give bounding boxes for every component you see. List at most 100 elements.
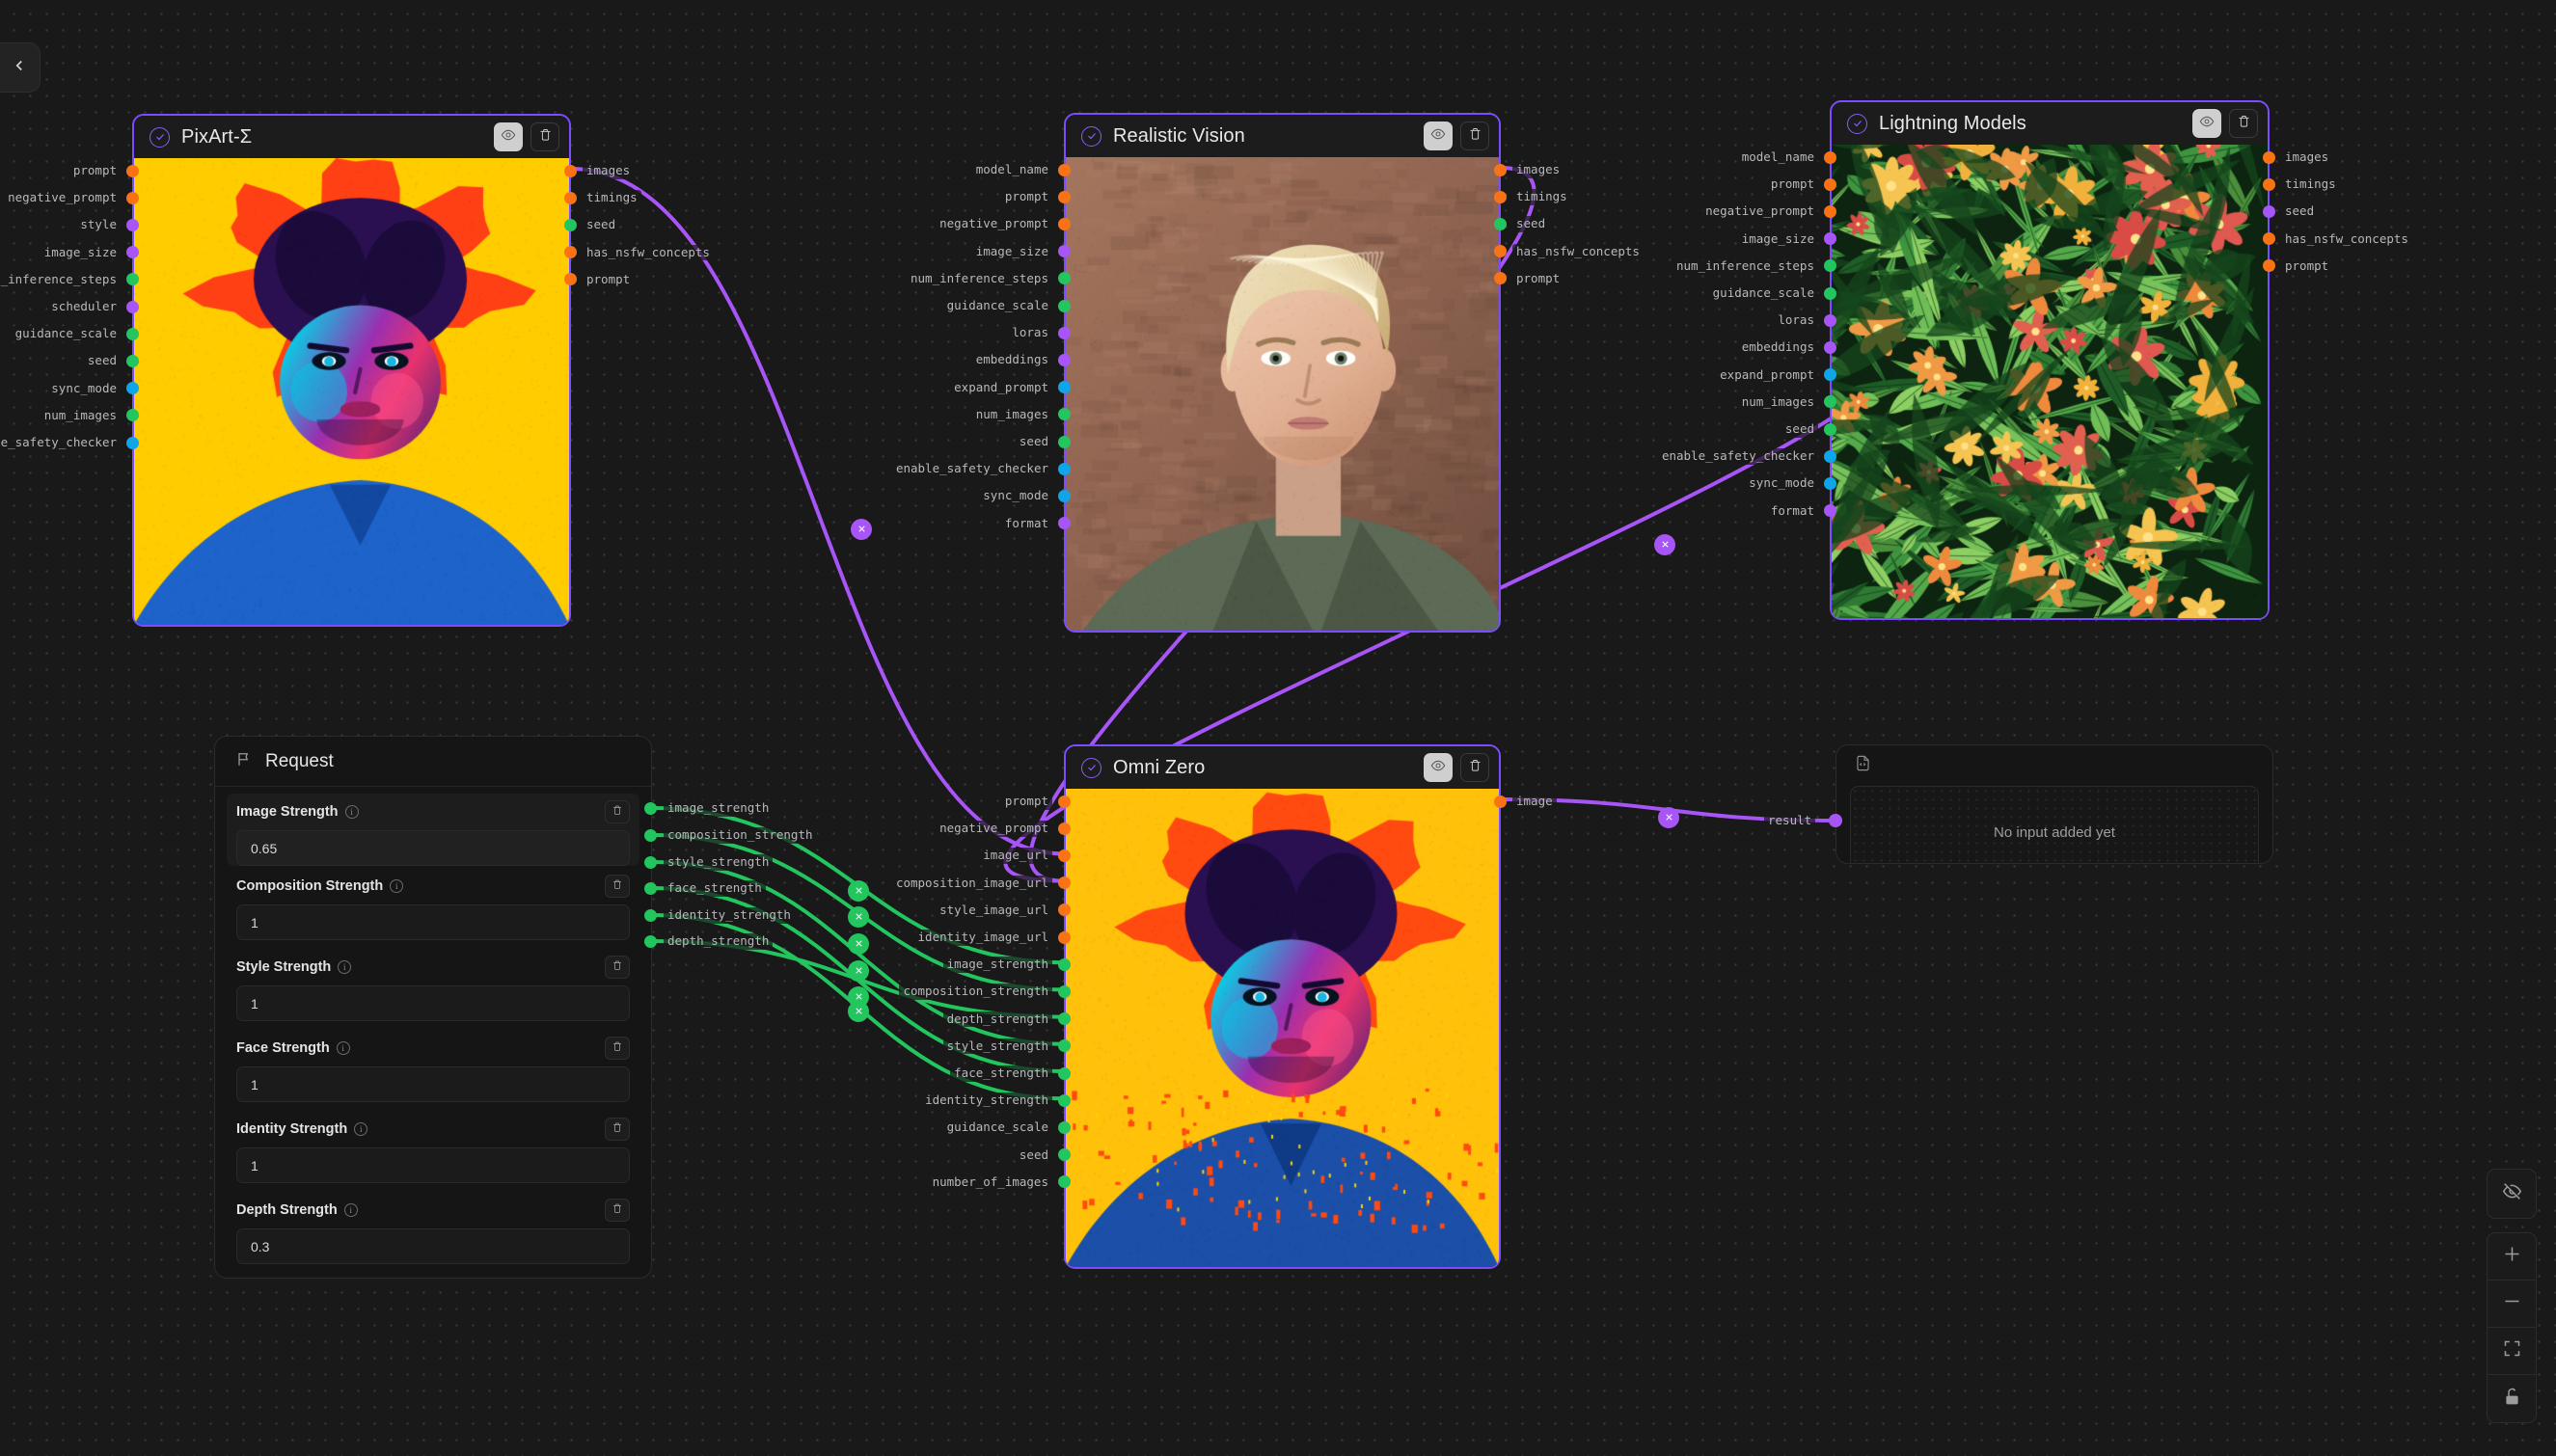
node-header-pixart[interactable]: PixArt-Σ bbox=[134, 116, 569, 158]
info-icon[interactable]: i bbox=[338, 960, 351, 974]
input-port-seed[interactable] bbox=[1058, 1148, 1071, 1161]
delete-field-button[interactable] bbox=[605, 1037, 630, 1060]
input-port-loras[interactable] bbox=[1824, 314, 1836, 327]
input-port-seed[interactable] bbox=[1058, 436, 1071, 448]
output-port-timings[interactable] bbox=[564, 192, 577, 204]
workflow-canvas[interactable]: PixArt-Σ prompt negative_prompt style image_… bbox=[0, 0, 2556, 1456]
input-port-guidance_scale[interactable] bbox=[1824, 287, 1836, 300]
input-port-sync_mode[interactable] bbox=[1824, 477, 1836, 490]
input-port-enable_safety_checker[interactable] bbox=[1824, 450, 1836, 463]
request-output-port-identity_strength[interactable] bbox=[644, 909, 657, 922]
fit-view-button[interactable] bbox=[2488, 1328, 2536, 1375]
remove-edge-button[interactable] bbox=[1658, 807, 1679, 828]
input-port-prompt[interactable] bbox=[1058, 795, 1071, 808]
input-port-guidance_scale[interactable] bbox=[1058, 300, 1071, 312]
delete-node-button[interactable] bbox=[2229, 109, 2258, 138]
input-port-scheduler[interactable] bbox=[126, 301, 139, 313]
remove-edge-button[interactable] bbox=[848, 960, 869, 982]
output-port-prompt[interactable] bbox=[2263, 259, 2275, 272]
field-input[interactable]: 0.65 bbox=[236, 830, 630, 866]
input-port-embeddings[interactable] bbox=[1058, 354, 1071, 366]
output-port-images[interactable] bbox=[2263, 151, 2275, 164]
output-port-timings[interactable] bbox=[2263, 178, 2275, 191]
delete-field-button[interactable] bbox=[605, 875, 630, 898]
output-port-seed[interactable] bbox=[2263, 205, 2275, 218]
input-port-prompt[interactable] bbox=[1058, 191, 1071, 203]
output-port-image[interactable] bbox=[1494, 795, 1507, 808]
request-output-port-image_strength[interactable] bbox=[644, 802, 657, 815]
request-output-port-composition_strength[interactable] bbox=[644, 829, 657, 842]
hide-preview-button[interactable] bbox=[2487, 1169, 2537, 1219]
request-panel[interactable]: Request Image Strength i 0.65 Composition S… bbox=[214, 736, 652, 1279]
input-port-embeddings[interactable] bbox=[1824, 341, 1836, 354]
node-header-lightning-models[interactable]: Lightning Models bbox=[1832, 102, 2268, 145]
output-port-images[interactable] bbox=[1494, 164, 1507, 176]
delete-node-button[interactable] bbox=[1460, 753, 1489, 782]
input-port-model_name[interactable] bbox=[1058, 164, 1071, 176]
toggle-preview-button[interactable] bbox=[2192, 109, 2221, 138]
remove-edge-button[interactable] bbox=[851, 519, 872, 540]
output-port-seed[interactable] bbox=[1494, 218, 1507, 230]
input-port-image_strength[interactable] bbox=[1058, 958, 1071, 971]
field-input[interactable]: 0.3 bbox=[236, 1228, 630, 1264]
output-port-images[interactable] bbox=[564, 165, 577, 177]
request-output-port-style_strength[interactable] bbox=[644, 856, 657, 869]
input-port-format[interactable] bbox=[1058, 517, 1071, 529]
input-port-guidance_scale[interactable] bbox=[126, 328, 139, 340]
input-port-identity_strength[interactable] bbox=[1058, 1094, 1071, 1107]
node-realistic-vision[interactable]: Realistic Vision model_name prompt negative… bbox=[1064, 113, 1501, 633]
remove-edge-button[interactable] bbox=[848, 1001, 869, 1022]
input-port-identity_image_url[interactable] bbox=[1058, 931, 1071, 944]
input-port-prompt[interactable] bbox=[126, 165, 139, 177]
input-port-guidance_scale[interactable] bbox=[1058, 1121, 1071, 1134]
output-port-has_nsfw_concepts[interactable] bbox=[1494, 245, 1507, 257]
input-port-image_size[interactable] bbox=[126, 246, 139, 258]
remove-edge-button[interactable] bbox=[848, 933, 869, 955]
node-header-realistic-vision[interactable]: Realistic Vision bbox=[1066, 115, 1499, 157]
lock-button[interactable] bbox=[2488, 1375, 2536, 1422]
output-panel-input-port[interactable] bbox=[1829, 814, 1842, 827]
input-port-depth_strength[interactable] bbox=[1058, 1012, 1071, 1025]
output-panel[interactable]: No input added yet bbox=[1835, 744, 2273, 864]
input-port-seed[interactable] bbox=[126, 355, 139, 367]
zoom-in-button[interactable] bbox=[2488, 1233, 2536, 1281]
output-port-timings[interactable] bbox=[1494, 191, 1507, 203]
input-port-expand_prompt[interactable] bbox=[1824, 368, 1836, 381]
delete-field-button[interactable] bbox=[605, 956, 630, 979]
info-icon[interactable]: i bbox=[344, 1203, 358, 1217]
input-port-loras[interactable] bbox=[1058, 327, 1071, 339]
node-omni-zero[interactable]: Omni Zero prompt negative_prompt image_url c… bbox=[1064, 744, 1501, 1269]
input-port-negative_prompt[interactable] bbox=[1058, 218, 1071, 230]
info-icon[interactable]: i bbox=[345, 805, 359, 819]
node-lightning-models[interactable]: Lightning Models model_name prompt negative… bbox=[1830, 100, 2270, 620]
input-port-negative_prompt[interactable] bbox=[1824, 205, 1836, 218]
toggle-preview-button[interactable] bbox=[1424, 753, 1453, 782]
delete-field-button[interactable] bbox=[605, 1118, 630, 1141]
remove-edge-button[interactable] bbox=[848, 880, 869, 902]
output-port-prompt[interactable] bbox=[564, 273, 577, 285]
output-port-has_nsfw_concepts[interactable] bbox=[564, 246, 577, 258]
input-port-image_size[interactable] bbox=[1824, 232, 1836, 245]
input-port-face_strength[interactable] bbox=[1058, 1067, 1071, 1080]
output-port-seed[interactable] bbox=[564, 219, 577, 231]
field-input[interactable]: 1 bbox=[236, 1066, 630, 1102]
output-port-has_nsfw_concepts[interactable] bbox=[2263, 232, 2275, 245]
input-port-composition_strength[interactable] bbox=[1058, 985, 1071, 998]
toggle-preview-button[interactable] bbox=[1424, 121, 1453, 150]
field-input[interactable]: 1 bbox=[236, 1147, 630, 1183]
input-port-style[interactable] bbox=[126, 219, 139, 231]
delete-field-button[interactable] bbox=[605, 1199, 630, 1222]
back-button[interactable] bbox=[0, 42, 41, 93]
input-port-expand_prompt[interactable] bbox=[1058, 381, 1071, 393]
info-icon[interactable]: i bbox=[354, 1122, 367, 1136]
input-port-negative_prompt[interactable] bbox=[126, 192, 139, 204]
request-output-port-depth_strength[interactable] bbox=[644, 935, 657, 948]
remove-edge-button[interactable] bbox=[1654, 534, 1675, 555]
zoom-controls[interactable] bbox=[2487, 1232, 2537, 1423]
input-port-image_url[interactable] bbox=[1058, 849, 1071, 862]
zoom-out-button[interactable] bbox=[2488, 1281, 2536, 1328]
input-port-seed[interactable] bbox=[1824, 423, 1836, 436]
delete-field-button[interactable] bbox=[605, 800, 630, 823]
remove-edge-button[interactable] bbox=[848, 906, 869, 928]
toggle-preview-button[interactable] bbox=[494, 122, 523, 151]
